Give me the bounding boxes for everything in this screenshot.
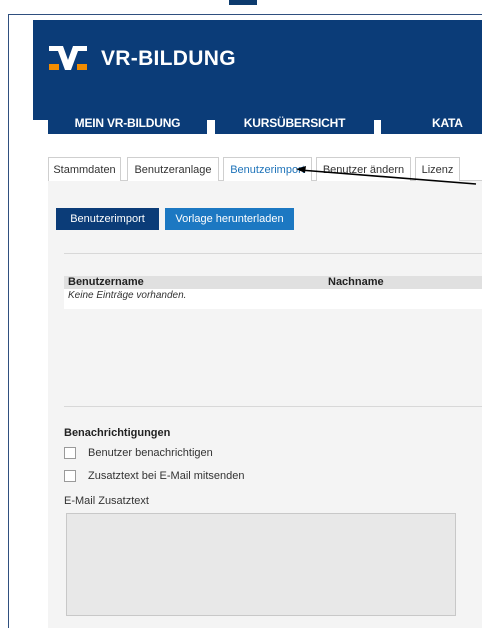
tab-benutzer-aendern[interactable]: Benutzer ändern <box>316 157 411 181</box>
divider <box>64 253 482 254</box>
tab-benutzerimport[interactable]: Benutzerimport <box>223 157 312 182</box>
tab-bar: Stammdaten Benutzeranlage Benutzerimport… <box>48 157 482 182</box>
nav-katalog[interactable]: KATA <box>381 111 482 134</box>
vr-logo-icon[interactable] <box>47 42 89 72</box>
benutzerimport-button[interactable]: Benutzerimport <box>56 208 159 230</box>
notify-user-label: Benutzer benachrichtigen <box>88 447 213 459</box>
notifications-title: Benachrichtigungen <box>64 427 171 439</box>
top-accent-bar <box>229 0 257 5</box>
vorlage-herunterladen-button[interactable]: Vorlage herunterladen <box>165 208 294 230</box>
brand-title[interactable]: VR-BILDUNG <box>101 47 236 71</box>
nav-kursuebersicht[interactable]: KURSÜBERSICHT <box>215 111 374 134</box>
column-benutzername[interactable]: Benutzername <box>68 276 144 289</box>
column-nachname[interactable]: Nachname <box>328 276 384 289</box>
extra-text-label: Zusatztext bei E-Mail mitsenden <box>88 470 245 482</box>
table-header: Benutzername Nachname <box>64 276 482 289</box>
site-header: VR-BILDUNG <box>33 20 482 120</box>
email-text-field[interactable] <box>66 513 456 616</box>
nav-mein-vr-bildung[interactable]: MEIN VR-BILDUNG <box>48 111 207 134</box>
notify-user-checkbox[interactable] <box>64 447 76 459</box>
tab-benutzeranlage[interactable]: Benutzeranlage <box>127 157 219 181</box>
extra-text-option[interactable]: Zusatztext bei E-Mail mitsenden <box>64 470 245 482</box>
tab-stammdaten[interactable]: Stammdaten <box>48 157 121 181</box>
extra-text-checkbox[interactable] <box>64 470 76 482</box>
notify-user-option[interactable]: Benutzer benachrichtigen <box>64 447 213 459</box>
email-text-label: E-Mail Zusatztext <box>64 495 149 507</box>
divider <box>64 406 482 407</box>
table-empty-row: Keine Einträge vorhanden. <box>64 289 482 309</box>
tab-lizenz[interactable]: Lizenz <box>415 157 460 181</box>
